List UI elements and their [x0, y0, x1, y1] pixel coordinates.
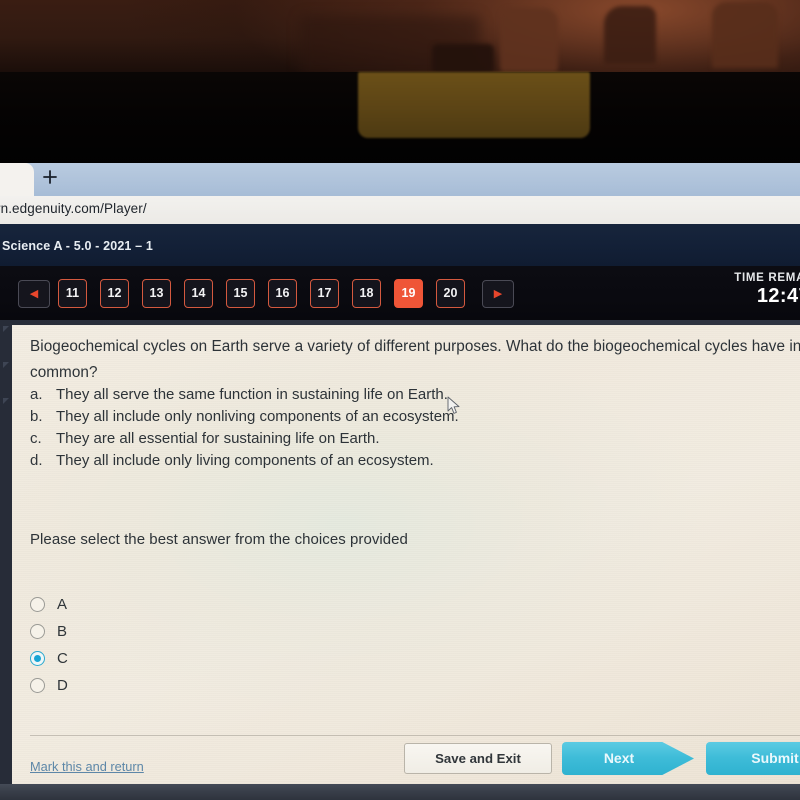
- plus-icon[interactable]: [40, 168, 60, 188]
- next-button[interactable]: Next: [562, 742, 694, 775]
- question-number-18[interactable]: 18: [352, 279, 381, 308]
- answer-option-label: A: [57, 596, 68, 613]
- radio-d[interactable]: [30, 678, 45, 693]
- save-and-exit-button[interactable]: Save and Exit: [404, 743, 552, 774]
- question-number-17[interactable]: 17: [310, 279, 339, 308]
- radio-b[interactable]: [30, 624, 45, 639]
- choice-text: They all include only living components …: [56, 452, 434, 469]
- gutter-marker: [3, 398, 9, 404]
- browser-tabstrip: [0, 163, 800, 197]
- question-stem: Biogeochemical cycles on Earth serve a v…: [30, 338, 800, 381]
- question-number-13[interactable]: 13: [142, 279, 171, 308]
- course-title: Science A - 5.0 - 2021 – 1: [2, 239, 153, 253]
- ambient-shape: [500, 8, 558, 72]
- choice-letter: c.: [30, 430, 42, 447]
- choice-text: They are all essential for sustaining li…: [56, 430, 380, 447]
- screenshot-root: close-icon rn.edgenuity.com/Player/ Scie…: [0, 0, 800, 800]
- question-number-14[interactable]: 14: [184, 279, 213, 308]
- radio-a[interactable]: [30, 597, 45, 612]
- ambient-shape: [604, 6, 656, 64]
- url-text[interactable]: rn.edgenuity.com/Player/: [0, 201, 147, 216]
- choice-letter: a.: [30, 386, 43, 403]
- choice-line-a: a. They all serve the same function in su…: [30, 384, 448, 406]
- choice-line-c: c. They are all essential for sustaining …: [30, 428, 380, 450]
- ambient-shape: [712, 2, 778, 68]
- question-number-15[interactable]: 15: [226, 279, 255, 308]
- radio-c-selected[interactable]: [30, 651, 45, 666]
- answer-prompt: Please select the best answer from the c…: [30, 531, 408, 548]
- chevron-left-icon: ◀: [29, 288, 39, 300]
- question-panel: Biogeochemical cycles on Earth serve a v…: [12, 325, 800, 785]
- ambient-shape: [432, 44, 494, 74]
- monitor-bezel: [0, 784, 800, 800]
- question-number-12[interactable]: 12: [100, 279, 129, 308]
- question-number-11[interactable]: 11: [58, 279, 87, 308]
- answer-option-label: B: [57, 623, 68, 640]
- close-icon[interactable]: close-icon: [8, 170, 24, 186]
- gutter-marker: [3, 362, 9, 368]
- answer-option-label: C: [57, 650, 68, 667]
- time-remaining-label: TIME REMAIN: [734, 272, 800, 284]
- question-number-19[interactable]: 19: [394, 279, 423, 308]
- choice-text: They all include only nonliving componen…: [56, 408, 459, 425]
- chevron-right-icon: ▶: [493, 288, 503, 300]
- mark-this-and-return-link[interactable]: Mark this and return: [30, 759, 144, 774]
- prev-questions-button[interactable]: ◀: [18, 280, 50, 308]
- choice-text: They all serve the same function in sust…: [56, 386, 448, 403]
- question-number-20[interactable]: 20: [436, 279, 465, 308]
- choice-line-d: d. They all include only living component…: [30, 450, 434, 472]
- time-remaining-value: 12:47: [756, 285, 800, 307]
- gutter-marker: [3, 326, 9, 332]
- question-number-16[interactable]: 16: [268, 279, 297, 308]
- footer-divider: [30, 735, 800, 736]
- choice-letter: b.: [30, 408, 43, 425]
- submit-button[interactable]: Submit: [706, 742, 800, 775]
- choice-letter: d.: [30, 452, 43, 469]
- ambient-amber-panel: [358, 72, 590, 138]
- answer-option-label: D: [57, 677, 68, 694]
- ambient-background: [0, 0, 800, 172]
- next-questions-button[interactable]: ▶: [482, 280, 514, 308]
- choice-line-b: b. They all include only nonliving compon…: [30, 406, 459, 428]
